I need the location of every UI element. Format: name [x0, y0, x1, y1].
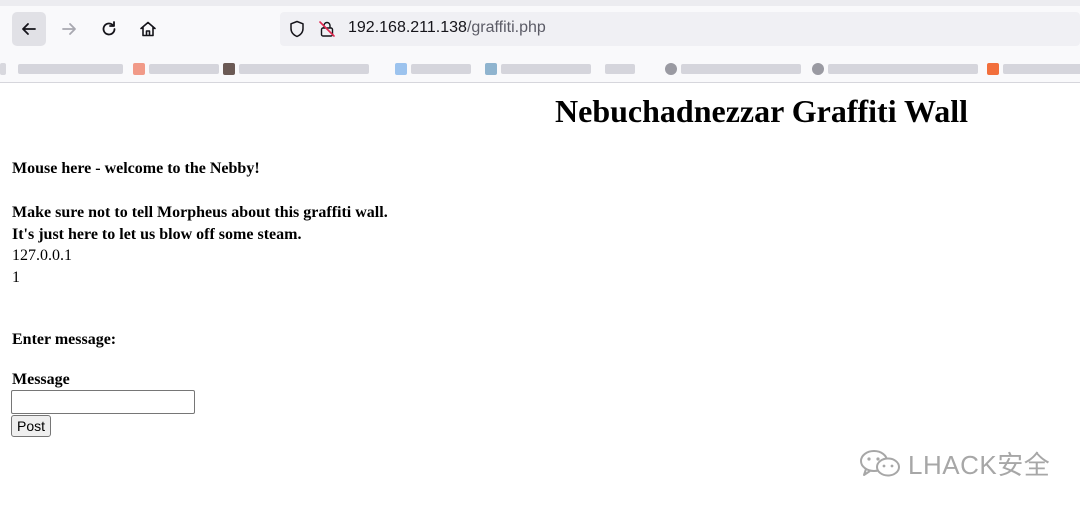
bookmark-favicon	[223, 63, 235, 75]
bookmark-favicon	[133, 63, 145, 75]
warning-line-2: It's just here to let us blow off some s…	[12, 226, 302, 243]
back-arrow-icon	[22, 23, 36, 35]
bookmark-item[interactable]	[605, 62, 635, 76]
bookmark-favicon	[0, 63, 6, 75]
bookmark-favicon	[987, 63, 999, 75]
page-content: Nebuchadnezzar Graffiti Wall Mouse here …	[0, 83, 1080, 507]
bookmark-item[interactable]	[395, 62, 471, 76]
bookmark-item[interactable]	[133, 62, 219, 76]
bookmarks-toolbar	[0, 58, 1080, 83]
post-button[interactable]: Post	[11, 415, 52, 437]
reload-button[interactable]	[92, 12, 126, 46]
bookmark-favicon	[485, 63, 497, 75]
bookmark-favicon	[812, 63, 824, 75]
bookmark-item[interactable]	[0, 62, 6, 76]
back-button[interactable]	[12, 12, 46, 46]
message-input[interactable]	[11, 390, 195, 414]
home-icon	[140, 21, 156, 37]
url-path: /graffiti.php	[466, 19, 546, 36]
posted-message-ip: 127.0.0.1	[12, 247, 72, 264]
forward-arrow-icon	[62, 23, 76, 35]
bookmark-favicon	[665, 63, 677, 75]
bookmark-label-blurred	[149, 64, 219, 74]
bookmark-label-blurred	[18, 64, 123, 74]
bookmark-item[interactable]	[812, 62, 978, 76]
bookmark-item[interactable]	[485, 62, 591, 76]
bookmark-item[interactable]	[18, 62, 123, 76]
welcome-line: Mouse here - welcome to the Nebby!	[12, 160, 260, 177]
bookmark-label-blurred	[605, 64, 635, 74]
browser-toolbar: 192.168.211.138/graffiti.php	[0, 0, 1080, 58]
url-host: 192.168.211.138	[348, 19, 467, 36]
wechat-icon	[860, 449, 900, 476]
insecure-lock-icon[interactable]	[318, 20, 336, 38]
page-title: Nebuchadnezzar Graffiti Wall	[555, 93, 969, 129]
reload-icon	[102, 21, 116, 36]
bookmark-label-blurred	[828, 64, 978, 74]
bookmark-item[interactable]	[987, 62, 1080, 76]
home-button[interactable]	[131, 12, 165, 46]
bookmark-item[interactable]	[665, 62, 801, 76]
watermark: LHACK安全	[858, 445, 1050, 482]
posted-message-value: 1	[12, 269, 20, 286]
watermark-text: LHACK安全	[908, 450, 1051, 480]
forward-button[interactable]	[52, 12, 86, 46]
bookmark-label-blurred	[501, 64, 591, 74]
bookmark-label-blurred	[1003, 64, 1080, 74]
bookmark-item[interactable]	[223, 62, 369, 76]
form-heading: Enter message:	[12, 331, 117, 348]
message-label: Message	[12, 371, 70, 388]
address-bar[interactable]: 192.168.211.138/graffiti.php	[280, 12, 1080, 46]
tab-strip-edge	[0, 0, 1080, 6]
warning-line-1: Make sure not to tell Morpheus about thi…	[12, 204, 388, 221]
bookmark-favicon	[395, 63, 407, 75]
bookmark-label-blurred	[681, 64, 801, 74]
url-text[interactable]: 192.168.211.138/graffiti.php	[348, 19, 546, 37]
bookmark-label-blurred	[239, 64, 369, 74]
bookmark-label-blurred	[411, 64, 471, 74]
shield-icon[interactable]	[288, 20, 306, 38]
